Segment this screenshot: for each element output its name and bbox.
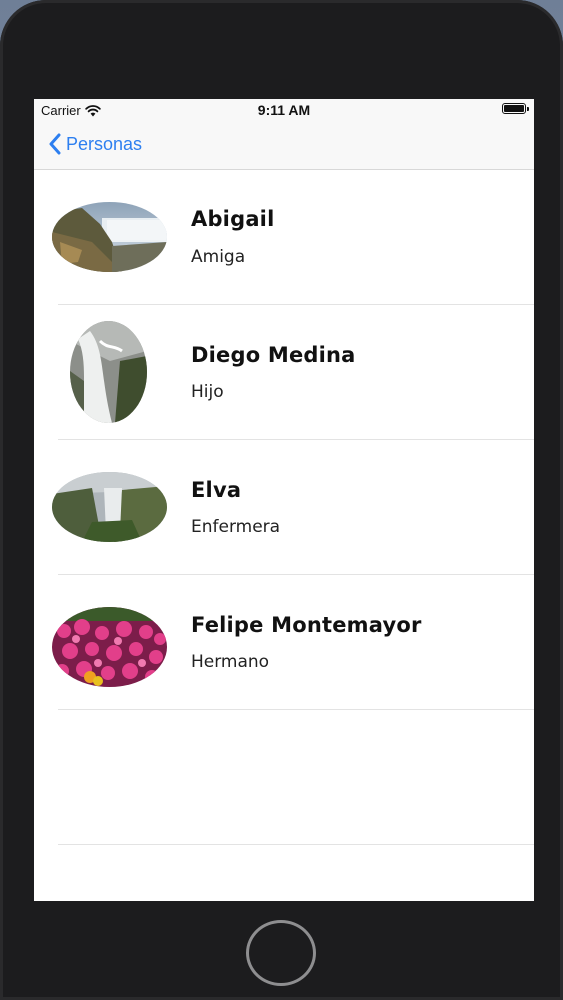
contact-name: Abigail bbox=[191, 207, 275, 231]
waterfall-stream-photo bbox=[70, 321, 147, 423]
contact-relation: Enfermera bbox=[191, 517, 281, 537]
contact-name: Felipe Montemayor bbox=[191, 613, 422, 637]
contact-relation: Hermano bbox=[191, 652, 270, 672]
misty-waterfall-photo bbox=[52, 472, 167, 542]
empty-list-row bbox=[34, 710, 534, 845]
contact-photo bbox=[52, 607, 167, 687]
contact-name: Diego Medina bbox=[191, 343, 356, 367]
contact-name: Elva bbox=[191, 478, 242, 502]
status-time: 9:11 AM bbox=[257, 102, 311, 118]
contact-row-felipe-montemayor[interactable]: Felipe Montemayor Hermano bbox=[34, 575, 534, 710]
screen: Carrier 9:11 AM Personas Abigail Amiga D… bbox=[34, 99, 534, 901]
contact-row-abigail[interactable]: Abigail Amiga bbox=[34, 170, 534, 305]
chevron-left-icon bbox=[49, 133, 61, 155]
contact-row-diego-medina[interactable]: Diego Medina Hijo bbox=[34, 305, 534, 440]
battery-icon bbox=[502, 103, 529, 114]
device-frame: Carrier 9:11 AM Personas Abigail Amiga D… bbox=[0, 0, 563, 1000]
contact-relation: Amiga bbox=[191, 247, 246, 267]
contact-relation: Hijo bbox=[191, 382, 224, 402]
back-button[interactable]: Personas bbox=[48, 133, 142, 155]
status-bar: Carrier 9:11 AM bbox=[34, 99, 534, 121]
contact-photo bbox=[52, 202, 167, 272]
navigation-bar: Personas bbox=[34, 121, 534, 170]
back-button-label: Personas bbox=[66, 133, 143, 154]
contact-row-elva[interactable]: Elva Enfermera bbox=[34, 440, 534, 575]
contact-photo bbox=[70, 321, 147, 423]
contacts-list: Abigail Amiga Diego Medina Hijo Elva Enf… bbox=[34, 170, 534, 845]
pink-flowers-photo bbox=[52, 607, 167, 687]
contact-photo bbox=[52, 472, 167, 542]
waterfall-cliff-photo bbox=[52, 202, 167, 272]
status-right bbox=[502, 103, 529, 114]
home-button[interactable] bbox=[246, 920, 316, 986]
